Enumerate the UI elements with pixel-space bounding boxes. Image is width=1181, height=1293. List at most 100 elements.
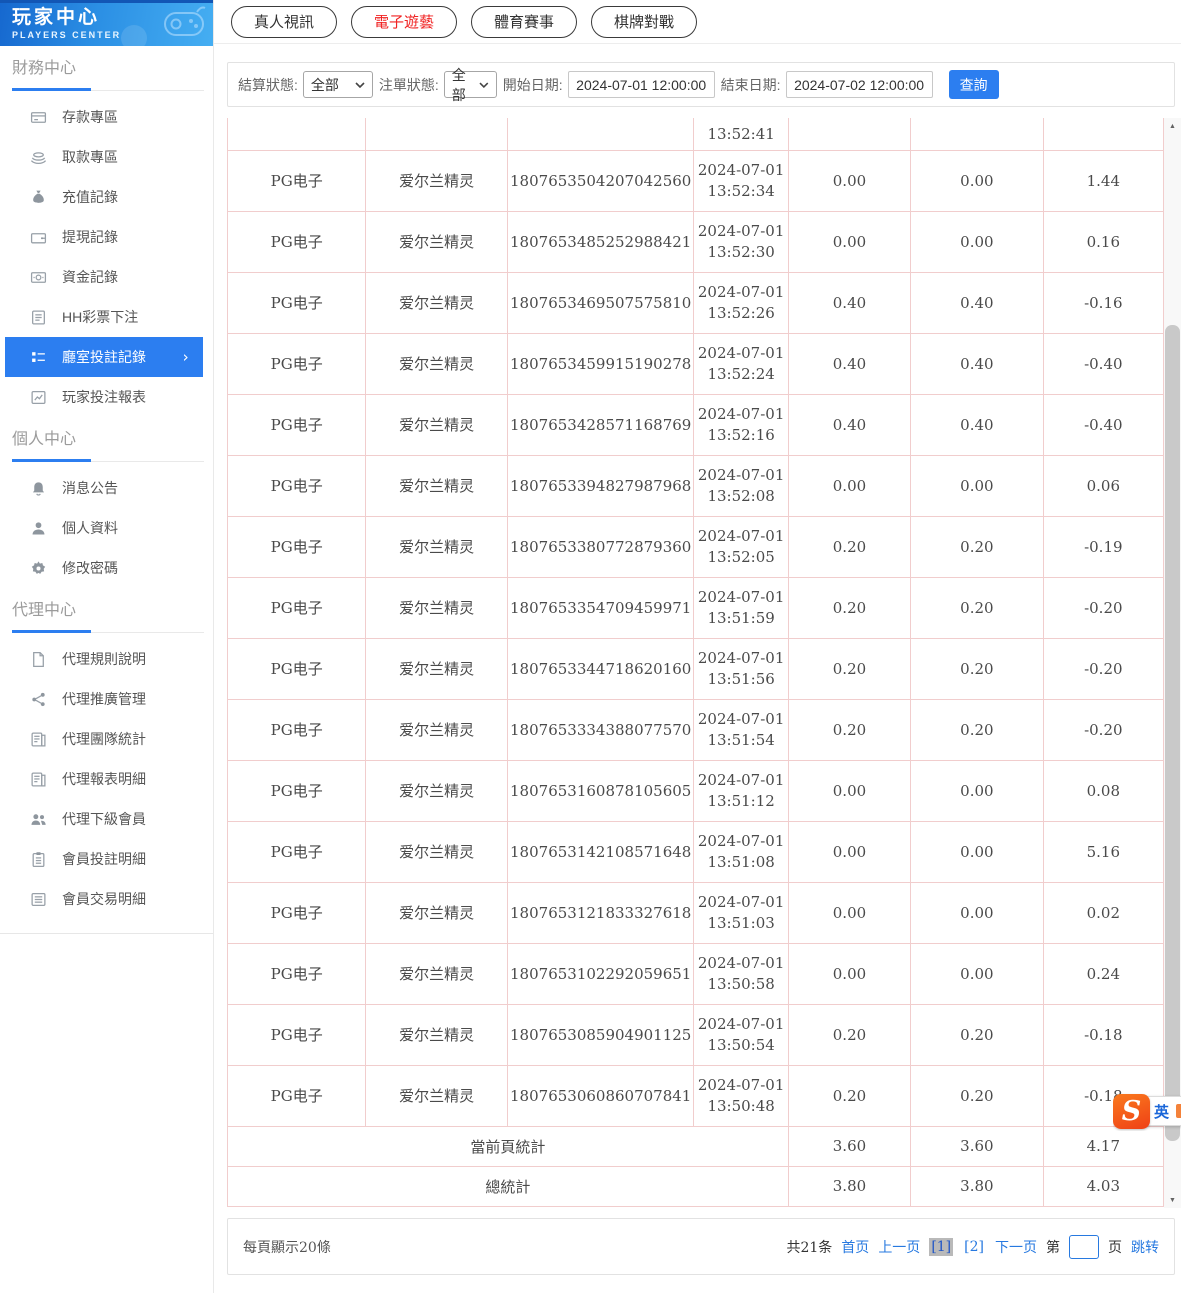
time-cell: 2024-07-0113:51:03 [694, 882, 788, 943]
bet-amount-cell: 0.20 [788, 638, 910, 699]
sidebar: 玩家中心 PLAYERS CENTER 財務中心存款專區取款專區充值記錄提現記錄… [0, 0, 214, 1293]
sidebar-item-label: 會員交易明細 [62, 889, 146, 909]
valid-amount-cell: 0.20 [911, 699, 1043, 760]
order-cell: 1807653160878105605 [507, 760, 694, 821]
game-tab[interactable]: 電子遊藝 [351, 6, 457, 38]
table-row: PG电子爱尔兰精灵18076534695075758102024-07-0113… [228, 272, 1164, 333]
sidebar-item[interactable]: 會員交易明細 [5, 879, 203, 919]
order-cell: 1807653060860707841 [507, 1065, 694, 1126]
game-cell: 爱尔兰精灵 [366, 150, 507, 211]
sidebar-item[interactable]: 廳室投註記錄› [5, 337, 203, 377]
table-row: PG电子爱尔兰精灵18076533343880775702024-07-0113… [228, 699, 1164, 760]
sidebar-item[interactable]: HH彩票下注 [5, 297, 203, 337]
game-cell: 爱尔兰精灵 [366, 516, 507, 577]
bell-icon [30, 480, 47, 497]
start-date-input[interactable] [568, 71, 715, 98]
next-page-link[interactable]: 下一页 [995, 1237, 1037, 1257]
table-row: PG电子爱尔兰精灵18076535042070425602024-07-0113… [228, 150, 1164, 211]
end-date-input[interactable] [786, 71, 933, 98]
jump-page-input[interactable] [1069, 1235, 1099, 1259]
sidebar-item[interactable]: 提現記錄 [5, 217, 203, 257]
time-text: 13:51:12 [694, 791, 787, 812]
lottery-doc-icon [30, 309, 47, 326]
bet-record-icon [30, 349, 47, 366]
game-cell: 爱尔兰精灵 [366, 760, 507, 821]
provider-cell [228, 118, 366, 150]
table-row: PG电子爱尔兰精灵18076531218333276182024-07-0113… [228, 882, 1164, 943]
date-text: 2024-07-01 [694, 587, 787, 608]
sidebar-item[interactable]: 代理報表明細 [5, 759, 203, 799]
sidebar-item-label: 消息公告 [62, 478, 118, 498]
sogou-logo-icon[interactable]: S [1113, 1094, 1150, 1129]
sidebar-item-label: 個人資料 [62, 518, 118, 538]
first-page-link[interactable]: 首页 [841, 1237, 869, 1257]
chevron-down-icon [355, 82, 365, 88]
chevron-down-icon [479, 82, 489, 88]
order-cell: 1807653142108571648 [507, 821, 694, 882]
sidebar-item[interactable]: 個人資料 [5, 508, 203, 548]
sidebar-item-label: 資金記錄 [62, 267, 118, 287]
jump-button[interactable]: 跳转 [1131, 1237, 1159, 1257]
order-status-select[interactable]: 全部 [444, 71, 497, 98]
vertical-scrollbar[interactable]: ▲ ▼ [1164, 118, 1181, 1208]
game-cell: 爱尔兰精灵 [366, 821, 507, 882]
bet-amount-cell: 0.40 [788, 394, 910, 455]
section-underline [12, 88, 204, 91]
search-button[interactable]: 查詢 [949, 70, 999, 99]
sidebar-item[interactable]: 代理下級會員 [5, 799, 203, 839]
game-tab[interactable]: 棋牌對戰 [591, 6, 697, 38]
sidebar-item[interactable]: 存款專區 [5, 97, 203, 137]
provider-cell: PG电子 [228, 455, 366, 516]
scrollbar-thumb[interactable] [1165, 325, 1180, 1141]
sidebar-item[interactable]: 充值記錄 [5, 177, 203, 217]
scroll-down-arrow-icon[interactable]: ▼ [1164, 1192, 1181, 1208]
page-summary-row: 當前頁統計 3.60 3.60 4.17 [228, 1126, 1164, 1166]
winloss-cell: -0.40 [1043, 394, 1163, 455]
provider-cell: PG电子 [228, 394, 366, 455]
bet-amount-cell: 0.20 [788, 699, 910, 760]
sidebar-item[interactable]: 代理推廣管理 [5, 679, 203, 719]
sidebar-item[interactable]: 消息公告 [5, 468, 203, 508]
sidebar-item-label: 會員投註明細 [62, 849, 146, 869]
provider-cell: PG电子 [228, 1065, 366, 1126]
settle-status-select[interactable]: 全部 [303, 71, 373, 98]
order-cell [507, 118, 694, 150]
table-row: PG电子爱尔兰精灵18076533807728793602024-07-0113… [228, 516, 1164, 577]
game-tab[interactable]: 真人視訊 [231, 6, 337, 38]
sogou-ime-widget[interactable]: 英 S [1113, 1091, 1181, 1131]
game-cell: 爱尔兰精灵 [366, 943, 507, 1004]
date-text: 2024-07-01 [694, 648, 787, 669]
time-cell: 2024-07-0113:51:56 [694, 638, 788, 699]
table-row: PG电子爱尔兰精灵18076533948279879682024-07-0113… [228, 455, 1164, 516]
game-cell: 爱尔兰精灵 [366, 1004, 507, 1065]
ime-language-toggle[interactable]: 英 [1154, 1101, 1169, 1122]
winloss-cell: 0.24 [1043, 943, 1163, 1004]
sidebar-item[interactable]: 玩家投注報表 [5, 377, 203, 417]
sidebar-item[interactable]: 取款專區 [5, 137, 203, 177]
valid-amount-cell: 0.00 [911, 821, 1043, 882]
bet-amount-cell: 0.00 [788, 211, 910, 272]
date-text: 2024-07-01 [694, 160, 787, 181]
sidebar-item[interactable]: 修改密碼 [5, 548, 203, 588]
sidebar-section: 個人中心消息公告個人資料修改密碼 [0, 417, 213, 588]
time-cell: 2024-07-0113:52:08 [694, 455, 788, 516]
sidebar-item[interactable]: 代理團隊統計 [5, 719, 203, 759]
page-link-current[interactable]: [1] [929, 1238, 953, 1256]
sidebar-item-label: 代理報表明細 [62, 769, 146, 789]
sidebar-item[interactable]: 會員投註明細 [5, 839, 203, 879]
game-tab[interactable]: 體育賽事 [471, 6, 577, 38]
summary-valid: 3.60 [911, 1126, 1043, 1166]
summary-valid: 3.80 [911, 1166, 1043, 1206]
table-row: PG电子爱尔兰精灵18076534285711687692024-07-0113… [228, 394, 1164, 455]
clipboard-icon [30, 851, 47, 868]
page-link[interactable]: [2] [962, 1238, 986, 1256]
time-text: 13:50:58 [694, 974, 787, 995]
sidebar-item-label: 玩家投注報表 [62, 387, 146, 407]
sidebar-item-label: 提現記錄 [62, 227, 118, 247]
date-text: 2024-07-01 [694, 953, 787, 974]
prev-page-link[interactable]: 上一页 [878, 1237, 920, 1257]
sidebar-item[interactable]: 代理規則說明 [5, 639, 203, 679]
winloss-cell: -0.19 [1043, 516, 1163, 577]
scroll-up-arrow-icon[interactable]: ▲ [1164, 118, 1181, 134]
sidebar-item[interactable]: 資金記錄 [5, 257, 203, 297]
